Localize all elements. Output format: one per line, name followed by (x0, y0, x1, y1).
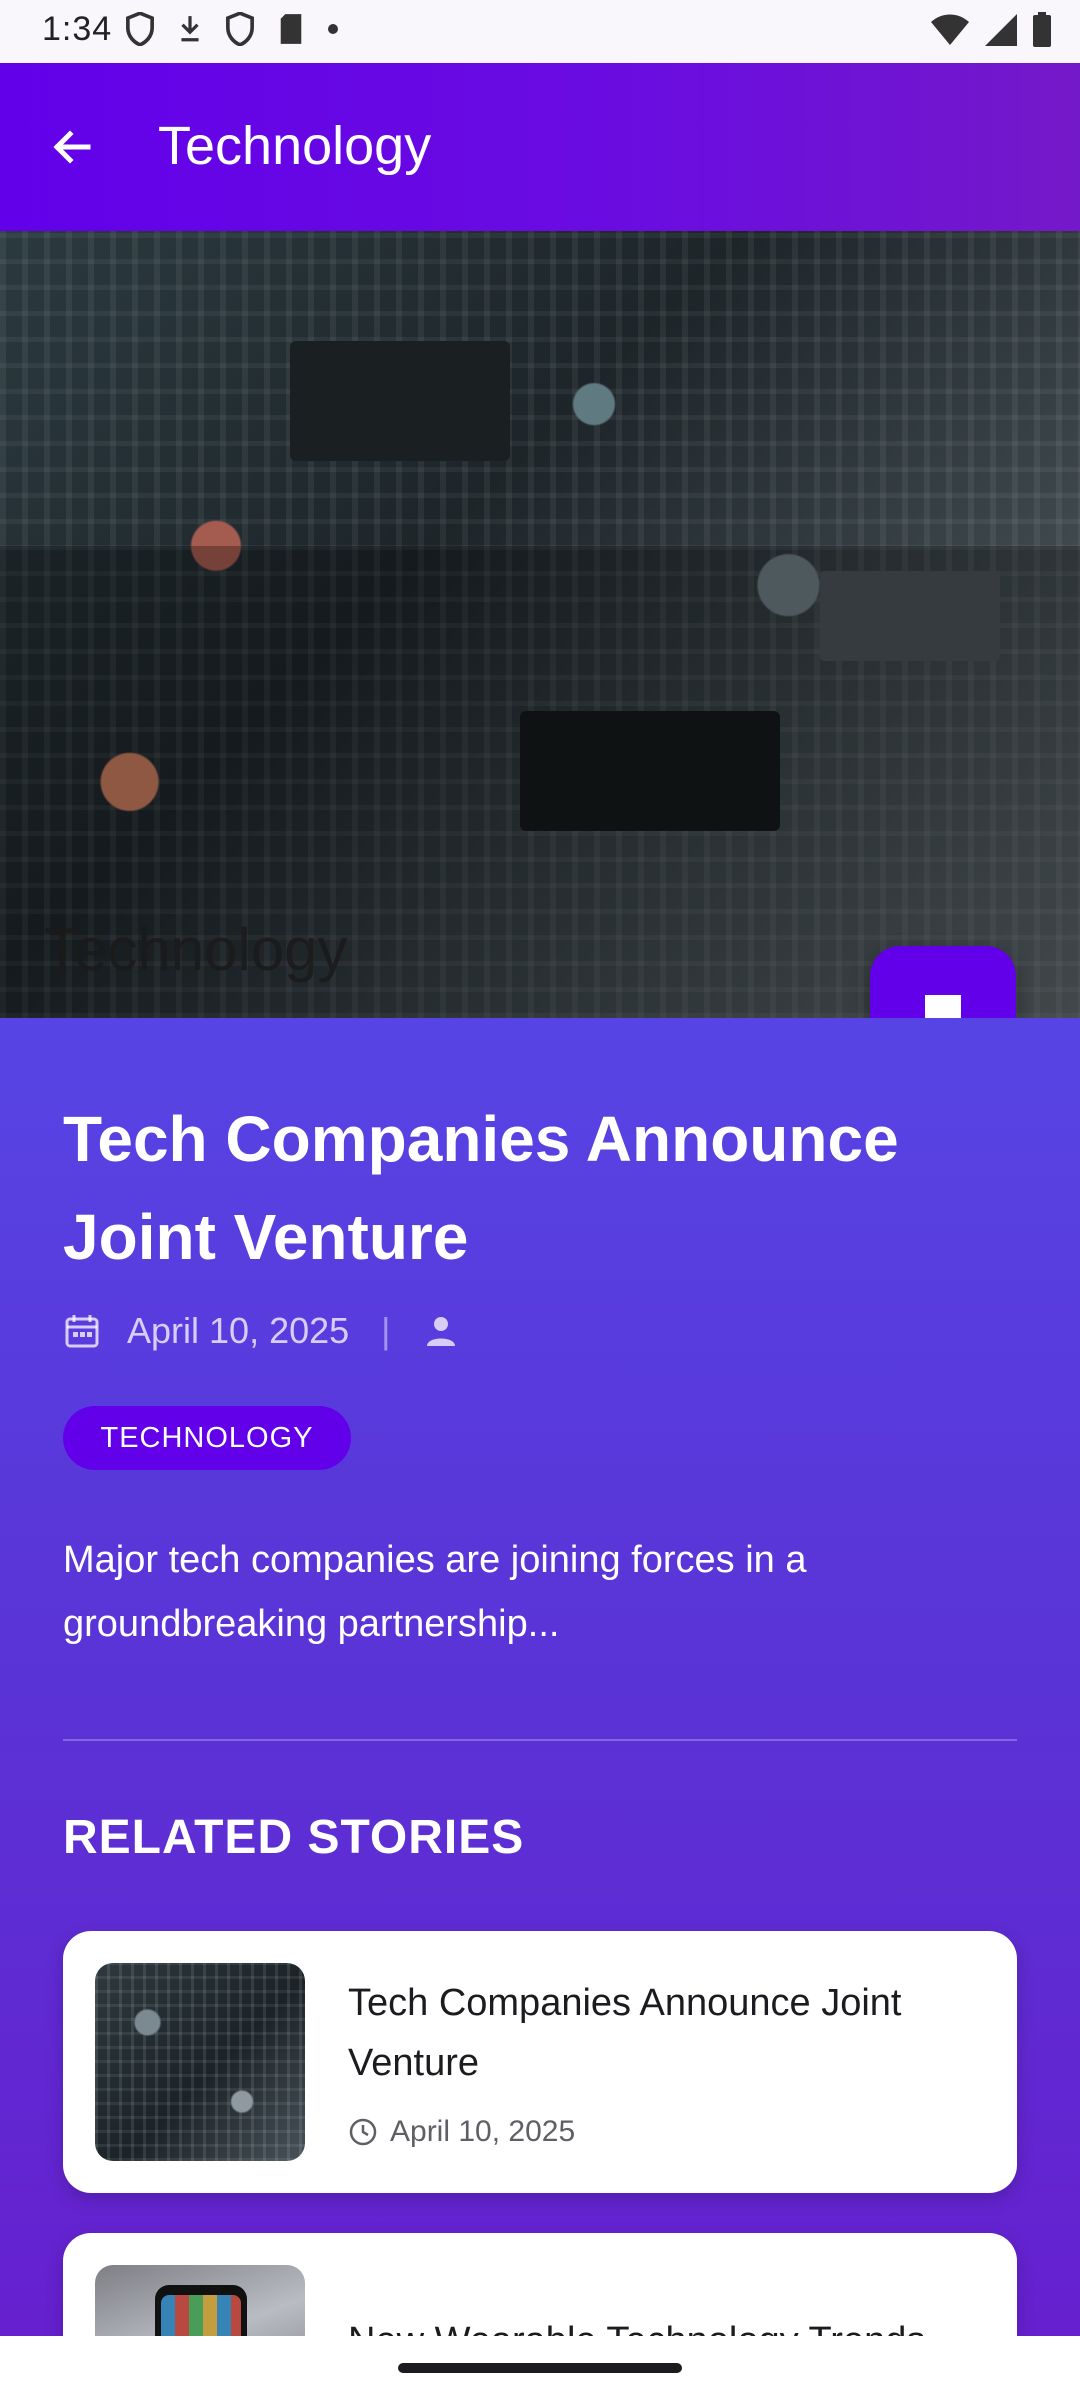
related-story-title: Tech Companies Announce Joint Venture (348, 1982, 902, 2084)
meta-separator: | (381, 1310, 391, 1351)
related-story-card[interactable]: Tech Companies Announce Joint Venture Ap… (63, 1931, 1017, 2193)
hero-image-label: Technology (44, 916, 348, 983)
article-content: Tech Companies Announce Joint Venture Ap… (0, 1018, 1080, 2400)
signal-icon (985, 14, 1017, 46)
sd-card-icon (280, 14, 302, 44)
app-bar: Technology (0, 63, 1080, 231)
wifi-icon (931, 14, 969, 45)
related-story-thumbnail (95, 1963, 305, 2161)
status-right-icons (930, 12, 1052, 48)
section-divider (63, 1739, 1017, 1741)
app-bar-title: Technology (158, 116, 432, 176)
home-gesture-handle[interactable] (398, 2363, 682, 2373)
related-story-date: April 10, 2025 (390, 2115, 576, 2148)
calendar-icon (65, 1315, 99, 1348)
related-stories-heading: RELATED STORIES (63, 1811, 525, 1864)
status-time: 1:34 (42, 10, 113, 48)
article-meta: April 10, 2025 | (63, 1310, 459, 1352)
battery-icon (1033, 12, 1051, 47)
related-story-date-row: April 10, 2025 (348, 2115, 575, 2149)
shield-icon (226, 12, 254, 46)
article-summary: Major tech companies are joining forces … (63, 1539, 807, 1645)
dot-icon (328, 24, 338, 34)
category-badge[interactable]: TECHNOLOGY (63, 1406, 351, 1470)
download-icon (181, 16, 199, 42)
hero-image: Technology (0, 231, 1080, 1018)
article-title: Tech Companies Announce Joint Venture (63, 1103, 899, 1273)
circuit-chip-decoration (290, 341, 510, 461)
clock-icon (349, 2118, 377, 2146)
status-left-icons (125, 12, 339, 46)
arrow-left-icon (53, 130, 91, 164)
status-bar: 1:34 (0, 0, 1080, 63)
gesture-navigation-bar (0, 2336, 1080, 2400)
article-date: April 10, 2025 (127, 1310, 350, 1351)
person-icon (426, 1317, 455, 1346)
shield-icon (126, 12, 154, 46)
back-button[interactable] (40, 115, 104, 179)
